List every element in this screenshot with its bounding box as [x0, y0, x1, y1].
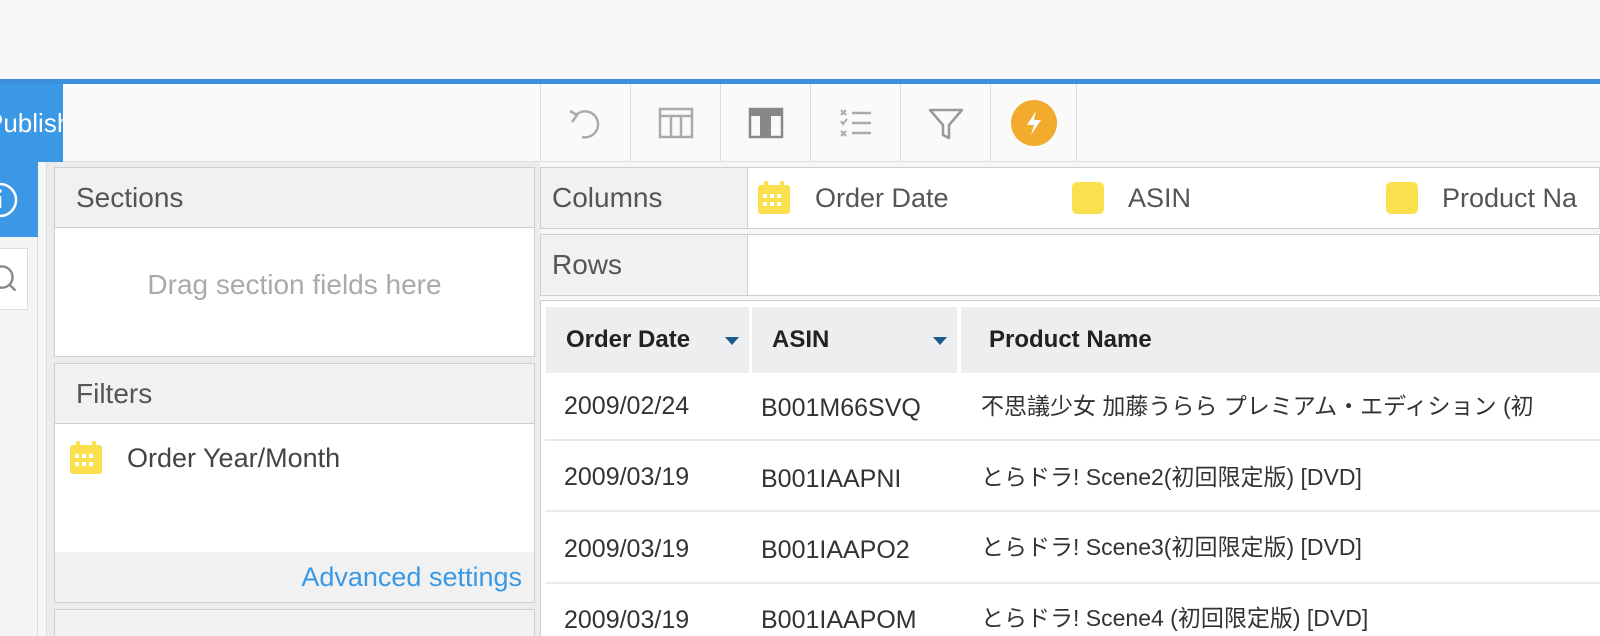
- sections-title: Sections: [55, 168, 534, 228]
- filters-title: Filters: [55, 364, 534, 424]
- table-cell: 不思議少女 加藤うらら プレミアム・エディション (初: [981, 393, 1534, 419]
- column-view-button[interactable]: [721, 84, 811, 161]
- row-divider: [545, 439, 1600, 441]
- top-bar: [0, 0, 1600, 80]
- sections-box: Sections Drag section fields here: [54, 167, 535, 357]
- table-cell: 2009/03/19: [564, 606, 690, 634]
- lightning-icon: [1010, 99, 1057, 146]
- field-list-button[interactable]: [811, 84, 901, 161]
- table-cell: 2009/02/24: [564, 392, 690, 420]
- sections-drop-zone[interactable]: Drag section fields here: [55, 228, 534, 342]
- column-pill-asin[interactable]: ASIN: [1072, 168, 1191, 228]
- table-cell: B001IAAPO2: [761, 536, 910, 564]
- column-pill-product-name[interactable]: Product Na: [1386, 168, 1577, 228]
- header-label: Order Date: [566, 326, 691, 353]
- advanced-settings-link[interactable]: Advanced settings: [55, 552, 534, 602]
- table-header-asin[interactable]: ASIN: [752, 307, 957, 373]
- text-field-icon: [1072, 182, 1104, 214]
- column-pill-label: Order Date: [815, 182, 949, 213]
- row-divider: [545, 582, 1600, 584]
- left-panel: Sections Drag section fields here Filter…: [46, 162, 540, 636]
- toolbar: [540, 84, 1600, 162]
- next-panel-box: [54, 609, 535, 636]
- toolbar-spacer: [63, 84, 541, 162]
- table-view-button[interactable]: [631, 84, 721, 161]
- table-cell: とらドラ! Scene3(初回限定版) [DVD]: [981, 534, 1362, 560]
- column-pill-label: ASIN: [1128, 182, 1192, 213]
- table-cell: B001IAAPOM: [761, 606, 917, 634]
- header-label: Product Name: [989, 326, 1152, 353]
- table-header-product-name[interactable]: Product Name: [961, 307, 1600, 373]
- sort-dropdown-icon[interactable]: [933, 337, 947, 345]
- info-tab[interactable]: [0, 162, 38, 237]
- sort-dropdown-icon[interactable]: [725, 337, 739, 345]
- table-cell: B001M66SVQ: [761, 394, 921, 422]
- filters-box: Filters Order Year/Month Advanced settin…: [54, 363, 535, 603]
- column-pill-order-date[interactable]: Order Date: [757, 168, 949, 228]
- filter-item-order-year-month[interactable]: Order Year/Month: [55, 424, 534, 492]
- undo-icon: [568, 109, 599, 139]
- checklist-icon: [839, 108, 871, 137]
- table-header-order-date[interactable]: Order Date: [546, 307, 749, 373]
- table-icon: [658, 107, 693, 138]
- table-cell: 2009/03/19: [564, 535, 690, 563]
- rows-label: Rows: [541, 235, 748, 295]
- report-builder: Publish Sections Drag sec: [0, 0, 1600, 636]
- filter-item-label: Order Year/Month: [127, 442, 341, 473]
- table-cell: とらドラ! Scene2(初回限定版) [DVD]: [981, 464, 1362, 490]
- column-table-icon: [748, 107, 783, 138]
- row-divider: [545, 510, 1600, 512]
- rows-shelf[interactable]: Rows: [540, 234, 1600, 296]
- columns-shelf[interactable]: Columns Order Date ASIN Product Na: [540, 167, 1600, 229]
- undo-button[interactable]: [541, 84, 631, 161]
- calendar-icon: [758, 181, 790, 214]
- publish-label: Publish: [0, 108, 63, 138]
- info-icon: [0, 182, 18, 217]
- table-cell: B001IAAPNI: [761, 465, 902, 493]
- search-tab[interactable]: [0, 248, 28, 310]
- table-cell: 2009/03/19: [564, 463, 690, 491]
- column-pill-label: Product Na: [1442, 182, 1578, 213]
- filter-icon: [928, 108, 963, 139]
- filter-button[interactable]: [901, 84, 991, 161]
- auto-analysis-button[interactable]: [991, 84, 1077, 161]
- text-field-icon: [1386, 182, 1418, 214]
- header-label: ASIN: [772, 326, 830, 353]
- search-icon: [0, 265, 17, 292]
- publish-button[interactable]: Publish: [0, 84, 63, 162]
- table-cell: とらドラ! Scene4 (初回限定版) [DVD]: [981, 605, 1369, 631]
- data-table: Order Date ASIN Product Name 2009/02/24 …: [540, 300, 1600, 636]
- columns-label: Columns: [541, 168, 748, 228]
- calendar-icon: [70, 441, 102, 474]
